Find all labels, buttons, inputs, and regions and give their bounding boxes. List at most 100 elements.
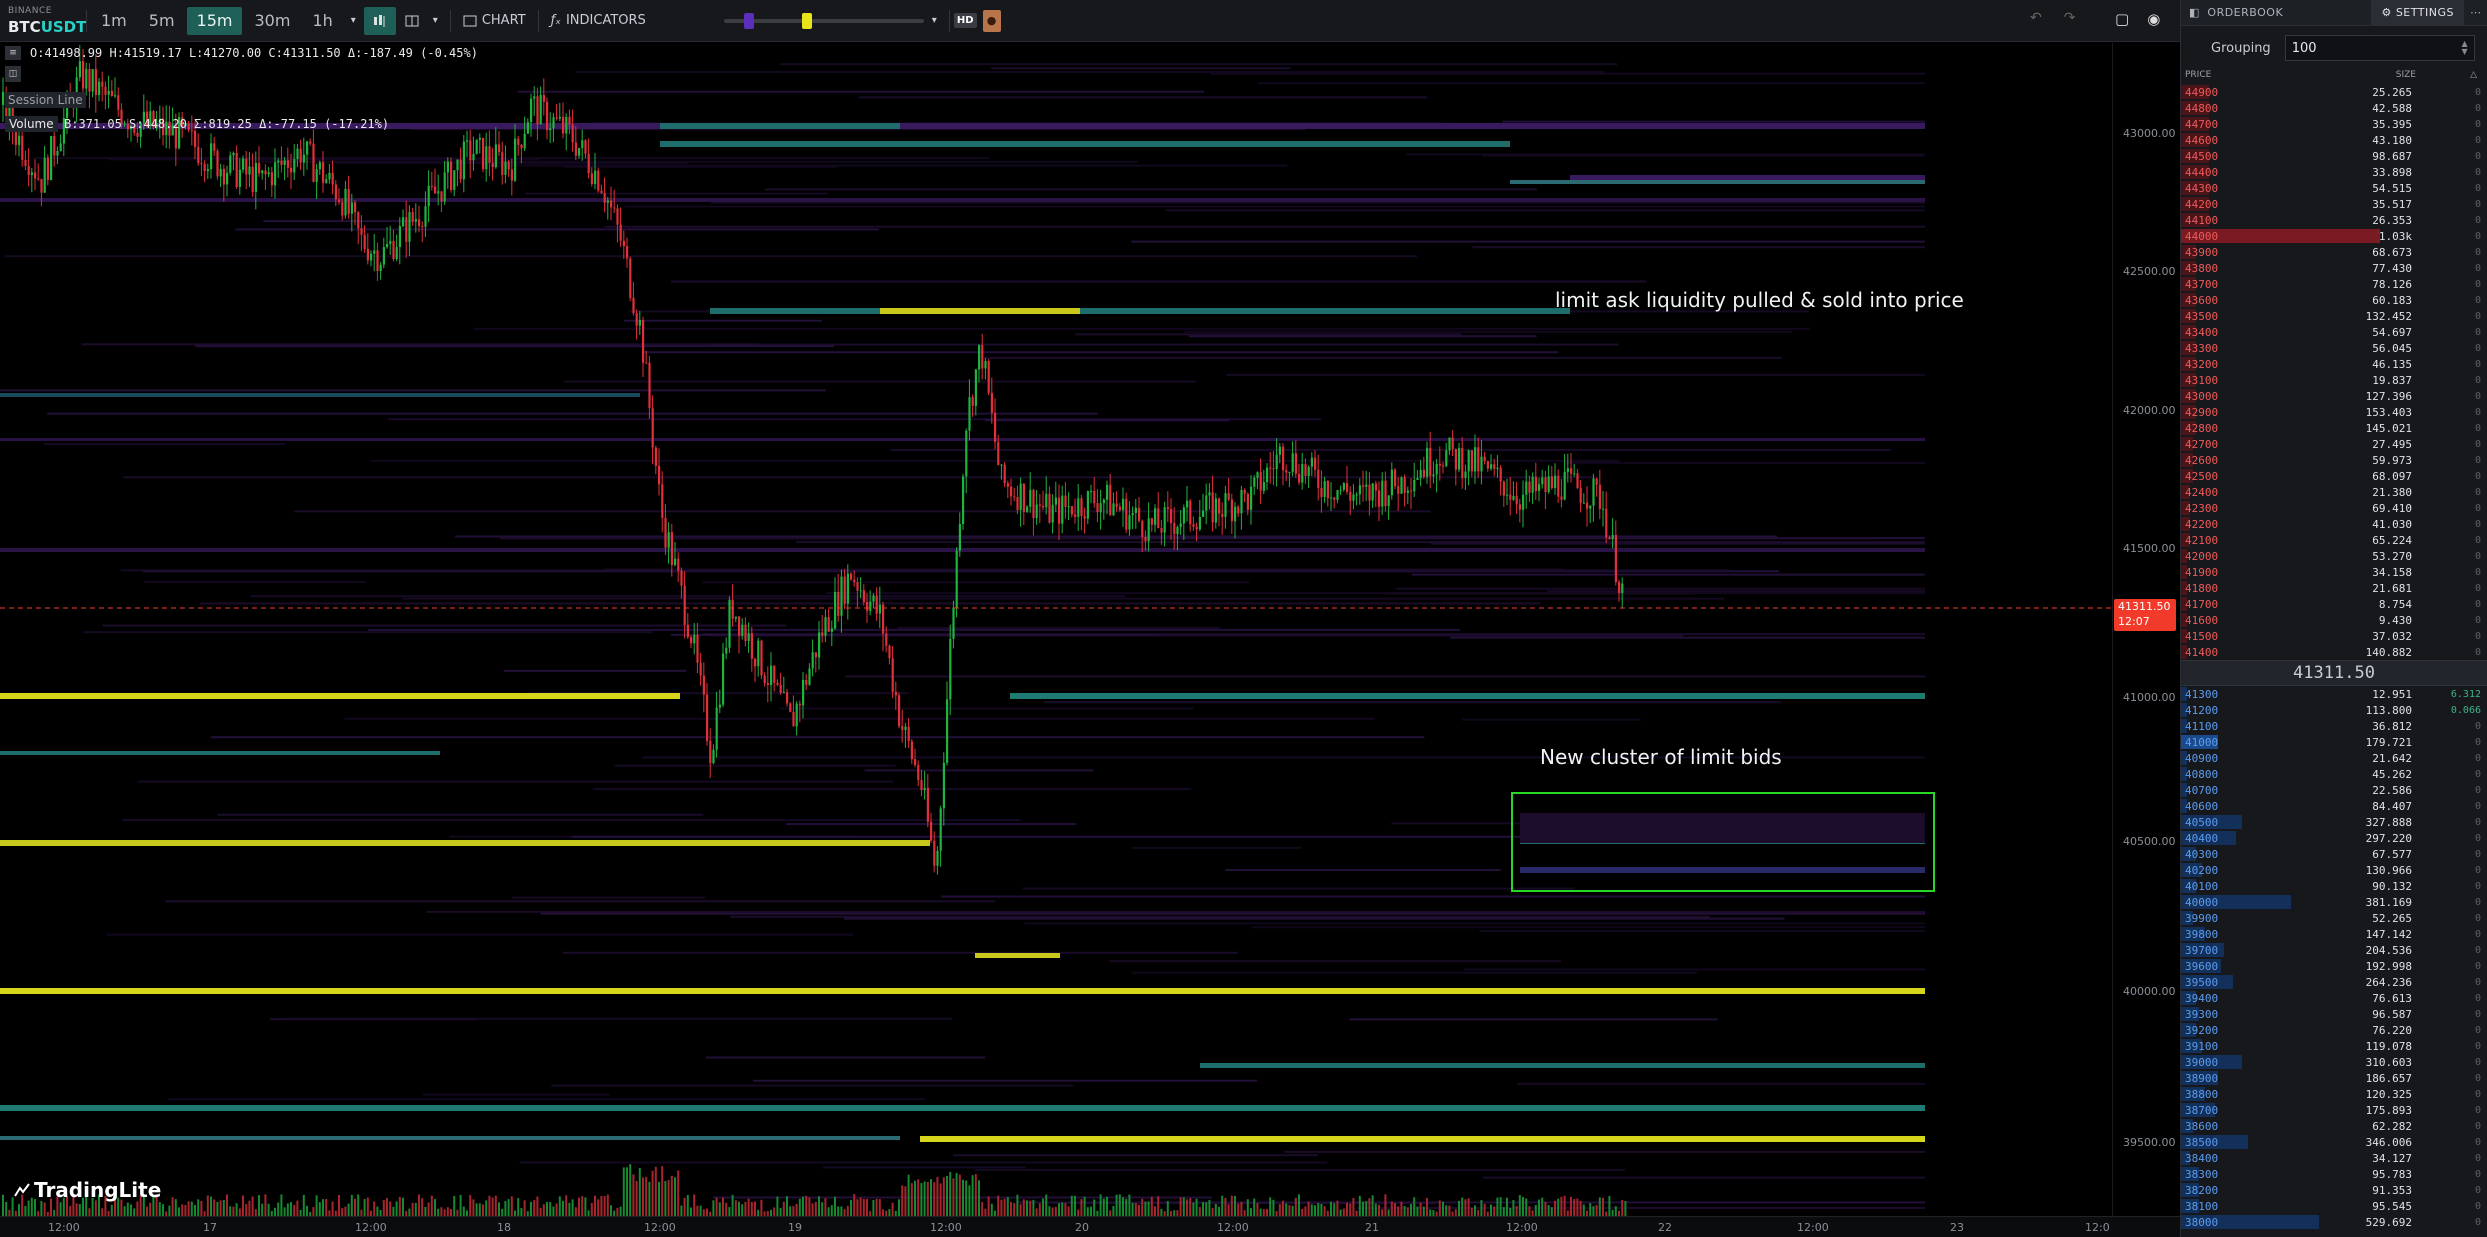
bid-row[interactable]: 38300 95.783 0 — [2181, 1166, 2487, 1182]
bid-row[interactable]: 40400 297.220 0 — [2181, 830, 2487, 846]
ask-row[interactable]: 42300 69.410 0 — [2181, 500, 2487, 516]
ask-row[interactable]: 44600 43.180 0 — [2181, 132, 2487, 148]
ask-row[interactable]: 44000 1.03k 0 — [2181, 228, 2487, 244]
bid-row[interactable]: 39300 96.587 0 — [2181, 1006, 2487, 1022]
settings-tab[interactable]: ⚙ SETTINGS — [2371, 0, 2464, 26]
bid-row[interactable]: 38900 186.657 0 — [2181, 1070, 2487, 1086]
heatmap-intensity-slider[interactable] — [723, 7, 924, 35]
bid-row[interactable]: 39600 192.998 0 — [2181, 958, 2487, 974]
ask-row[interactable]: 44500 98.687 0 — [2181, 148, 2487, 164]
time-axis[interactable]: 12:00 17 12:00 18 12:00 19 12:00 20 12:00 21 12:00… — [0, 1216, 2180, 1237]
ask-row[interactable]: 42800 145.021 0 — [2181, 420, 2487, 436]
timeframe-1m[interactable]: 1m — [91, 7, 137, 35]
bid-row[interactable]: 38500 346.006 0 — [2181, 1134, 2487, 1150]
timeframe-30m[interactable]: 30m — [244, 7, 300, 35]
ask-row[interactable]: 44100 26.353 0 — [2181, 212, 2487, 228]
bid-row[interactable]: 38800 120.325 0 — [2181, 1086, 2487, 1102]
timeframe-1h[interactable]: 1h — [302, 7, 342, 35]
bid-row[interactable]: 38200 91.353 0 — [2181, 1182, 2487, 1198]
hd-toggle[interactable]: HD — [953, 13, 977, 28]
session-line-label[interactable]: Session Line — [5, 92, 86, 108]
chart-button[interactable]: CHART — [455, 7, 534, 35]
bid-row[interactable]: 40600 84.407 0 — [2181, 798, 2487, 814]
indicators-button[interactable]: ƒₓ INDICATORS — [543, 7, 654, 35]
bid-row[interactable]: 40300 67.577 0 — [2181, 846, 2487, 862]
bid-row[interactable]: 40200 130.966 0 — [2181, 862, 2487, 878]
bid-row[interactable]: 38000 529.692 0 — [2181, 1214, 2487, 1230]
bid-row[interactable]: 39900 52.265 0 — [2181, 910, 2487, 926]
bid-row[interactable]: 41300 12.951 6.312 — [2181, 686, 2487, 702]
more-icon[interactable]: ⋯ — [2464, 6, 2487, 19]
bid-row[interactable]: 40500 327.888 0 — [2181, 814, 2487, 830]
ask-row[interactable]: 43500 132.452 0 — [2181, 308, 2487, 324]
bid-row[interactable]: 40800 45.262 0 — [2181, 766, 2487, 782]
ask-row[interactable]: 41600 9.430 0 — [2181, 612, 2487, 628]
ask-row[interactable]: 41800 21.681 0 — [2181, 580, 2487, 596]
panel-toggle-icon[interactable]: ◧ — [2181, 6, 2199, 19]
ask-row[interactable]: 44200 35.517 0 — [2181, 196, 2487, 212]
fullscreen-icon[interactable]: ▢ — [2115, 10, 2129, 28]
bid-row[interactable]: 40700 22.586 0 — [2181, 782, 2487, 798]
ask-row[interactable]: 44700 35.395 0 — [2181, 116, 2487, 132]
stepper-icon[interactable]: ▲ ▼ — [2462, 40, 2468, 56]
heatmap-chart[interactable] — [0, 43, 2112, 1216]
ask-row[interactable]: 42900 153.403 0 — [2181, 404, 2487, 420]
bid-row[interactable]: 41000 179.721 0 — [2181, 734, 2487, 750]
bid-row[interactable]: 39200 76.220 0 — [2181, 1022, 2487, 1038]
ask-row[interactable]: 42400 21.380 0 — [2181, 484, 2487, 500]
ask-row[interactable]: 41700 8.754 0 — [2181, 596, 2487, 612]
redo-icon[interactable]: ↷ — [2064, 10, 2076, 26]
ask-row[interactable]: 42600 59.973 0 — [2181, 452, 2487, 468]
ask-row[interactable]: 43300 56.045 0 — [2181, 340, 2487, 356]
bid-row[interactable]: 39100 119.078 0 — [2181, 1038, 2487, 1054]
ask-row[interactable]: 44900 25.265 0 — [2181, 84, 2487, 100]
bid-row[interactable]: 39400 76.613 0 — [2181, 990, 2487, 1006]
ask-row[interactable]: 43900 68.673 0 — [2181, 244, 2487, 260]
ask-row[interactable]: 42200 41.030 0 — [2181, 516, 2487, 532]
ask-row[interactable]: 42000 53.270 0 — [2181, 548, 2487, 564]
timeframe-15m[interactable]: 15m — [186, 6, 243, 35]
lock-icon[interactable]: ● — [982, 9, 1001, 32]
ask-row[interactable]: 42100 65.224 0 — [2181, 532, 2487, 548]
bid-row[interactable]: 41200 113.800 0.066 — [2181, 702, 2487, 718]
ask-row[interactable]: 41500 37.032 0 — [2181, 628, 2487, 644]
ask-row[interactable]: 44800 42.588 0 — [2181, 100, 2487, 116]
camera-icon[interactable]: ◉ — [2147, 10, 2160, 28]
layout-button[interactable]: ▾ — [396, 7, 446, 35]
ask-row[interactable]: 42700 27.495 0 — [2181, 436, 2487, 452]
bid-row[interactable]: 39800 147.142 0 — [2181, 926, 2487, 942]
volume-indicator-label[interactable]: Volume — [5, 116, 58, 132]
bid-row[interactable]: 40000 381.169 0 — [2181, 894, 2487, 910]
bid-row[interactable]: 38600 62.282 0 — [2181, 1118, 2487, 1134]
bid-row[interactable]: 39000 310.603 0 — [2181, 1054, 2487, 1070]
bid-row[interactable]: 38700 175.893 0 — [2181, 1102, 2487, 1118]
ask-row[interactable]: 43000 127.396 0 — [2181, 388, 2487, 404]
symbol-selector[interactable]: BINANCE BTCUSDT — [0, 6, 86, 35]
slider-dropdown-icon[interactable]: ▾ — [924, 7, 945, 35]
bid-row[interactable]: 41100 36.812 0 — [2181, 718, 2487, 734]
ask-row[interactable]: 43100 19.837 0 — [2181, 372, 2487, 388]
grouping-input[interactable]: 100 ▲ ▼ — [2284, 35, 2475, 61]
timeframe-5m[interactable]: 5m — [139, 7, 185, 35]
ask-row[interactable]: 41400 140.882 0 — [2181, 644, 2487, 660]
ask-row[interactable]: 43600 60.183 0 — [2181, 292, 2487, 308]
candle-type-button[interactable] — [363, 6, 396, 35]
undo-icon[interactable]: ↶ — [2030, 10, 2042, 26]
ask-row[interactable]: 43200 46.135 0 — [2181, 356, 2487, 372]
slider-handle-high[interactable] — [801, 12, 812, 29]
ask-row[interactable]: 41900 34.158 0 — [2181, 564, 2487, 580]
bid-row[interactable]: 38400 34.127 0 — [2181, 1150, 2487, 1166]
bid-row[interactable]: 40900 21.642 0 — [2181, 750, 2487, 766]
ask-row[interactable]: 44300 54.515 0 — [2181, 180, 2487, 196]
ask-row[interactable]: 44400 33.898 0 — [2181, 164, 2487, 180]
bid-row[interactable]: 39700 204.536 0 — [2181, 942, 2487, 958]
ask-row[interactable]: 42500 68.097 0 — [2181, 468, 2487, 484]
ask-row[interactable]: 43800 77.430 0 — [2181, 260, 2487, 276]
ask-row[interactable]: 43700 78.126 0 — [2181, 276, 2487, 292]
ask-row[interactable]: 43400 54.697 0 — [2181, 324, 2487, 340]
bid-row[interactable]: 40100 90.132 0 — [2181, 878, 2487, 894]
bid-row[interactable]: 38100 95.545 0 — [2181, 1198, 2487, 1214]
timeframe-dropdown-icon[interactable]: ▾ — [343, 7, 364, 35]
bid-row[interactable]: 39500 264.236 0 — [2181, 974, 2487, 990]
slider-handle-low[interactable] — [743, 12, 754, 29]
